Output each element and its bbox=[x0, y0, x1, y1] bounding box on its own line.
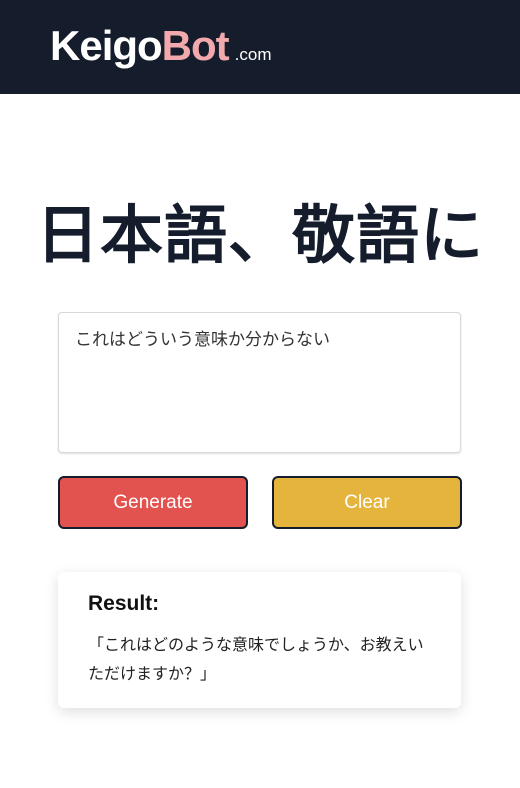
input-textarea[interactable]: これはどういう意味か分からない bbox=[58, 312, 461, 453]
logo-keigo-text: Keigo bbox=[50, 22, 163, 69]
result-text: 「これはどのような意味でしょうか、お教えいただけますか？」 bbox=[88, 635, 424, 683]
logo-bot-text: Bot bbox=[161, 22, 230, 69]
logo[interactable]: Keigo Bot .com bbox=[50, 22, 272, 72]
result-card: Result: 「これはどのような意味でしょうか、お教えいただけますか？」 bbox=[58, 572, 461, 708]
result-label: Result: bbox=[88, 592, 160, 615]
site-header: Keigo Bot .com bbox=[0, 0, 520, 94]
clear-button[interactable]: Clear bbox=[272, 476, 462, 529]
page-title: 日本語、敬語に bbox=[36, 199, 484, 272]
logo-domain-suffix: .com bbox=[234, 45, 272, 64]
generate-button[interactable]: Generate bbox=[58, 476, 248, 529]
